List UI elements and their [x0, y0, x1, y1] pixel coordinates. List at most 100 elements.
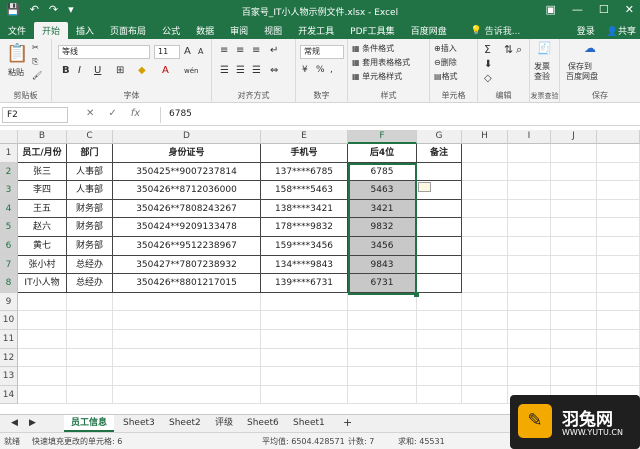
grid-cell[interactable] — [348, 367, 417, 386]
grid-cell[interactable] — [261, 311, 348, 330]
table-cell[interactable] — [417, 255, 462, 275]
table-cell[interactable]: 总经办 — [67, 274, 113, 293]
grid-cell[interactable] — [597, 237, 640, 256]
worksheet-grid[interactable]: B C D E F G H I J 1 员工/月份 部门 身份证号 手机号 后4位 备注 2 张三 人事部 35042… — [0, 130, 640, 412]
table-cell[interactable]: 王五 — [18, 199, 67, 219]
table-cell[interactable]: 3421 — [348, 199, 417, 219]
table-cell[interactable]: 6785 — [348, 162, 417, 182]
column-header[interactable]: E — [261, 130, 348, 144]
column-header[interactable]: J — [551, 130, 597, 144]
grid-cell[interactable] — [67, 311, 113, 330]
cut-icon[interactable]: ✂ — [32, 43, 39, 52]
grid-cell[interactable] — [113, 330, 261, 349]
grid-cell[interactable] — [67, 348, 113, 368]
baidu-netdisk-icon[interactable]: ☁ — [584, 41, 596, 55]
grid-cell[interactable] — [261, 385, 348, 405]
insert-cells-button[interactable]: ⊕插入 — [434, 43, 457, 54]
table-cell[interactable]: 350427**7807238932 — [113, 255, 261, 275]
name-box[interactable]: F2 — [2, 107, 68, 123]
table-cell[interactable]: 350426**8801217015 — [113, 274, 261, 293]
grid-cell[interactable] — [462, 218, 508, 237]
grid-cell[interactable] — [462, 385, 508, 405]
tab-formulas[interactable]: 公式 — [154, 22, 188, 39]
minimize-icon[interactable]: — — [572, 3, 583, 16]
grid-cell[interactable] — [348, 348, 417, 368]
table-header-cell[interactable]: 手机号 — [261, 144, 348, 163]
table-cell[interactable] — [417, 274, 462, 293]
table-cell[interactable]: 财务部 — [67, 237, 113, 256]
font-color-button[interactable]: A — [162, 65, 169, 76]
grid-cell[interactable] — [551, 237, 597, 256]
grid-cell[interactable] — [508, 367, 551, 386]
sheet-tab-employee-info[interactable]: 员工信息 — [64, 415, 115, 432]
grid-cell[interactable] — [462, 181, 508, 200]
align-right-icon[interactable]: ☰ — [252, 65, 261, 76]
table-header-cell[interactable]: 员工/月份 — [18, 144, 67, 163]
tab-baidu-netdisk[interactable]: 百度网盘 — [403, 22, 455, 39]
row-header[interactable]: 3 — [0, 181, 18, 200]
grid-cell[interactable] — [417, 292, 462, 312]
grid-cell[interactable] — [67, 292, 113, 312]
table-header-cell[interactable]: 部门 — [67, 144, 113, 163]
shrink-font-button[interactable]: A — [198, 47, 203, 56]
grid-cell[interactable] — [462, 255, 508, 275]
table-cell[interactable]: 李四 — [18, 181, 67, 200]
add-sheet-button[interactable]: + — [336, 415, 359, 432]
table-cell[interactable]: 9843 — [348, 255, 417, 275]
row-header[interactable]: 5 — [0, 218, 18, 237]
format-painter-icon[interactable]: 🖌 — [32, 71, 42, 80]
grid-cell[interactable] — [508, 311, 551, 330]
grid-cell[interactable] — [508, 181, 551, 200]
table-cell[interactable]: IT小人物 — [18, 274, 67, 293]
fill-icon[interactable]: ⬇ — [484, 59, 492, 70]
grid-cell[interactable] — [462, 330, 508, 349]
tell-me-search[interactable]: 💡 告诉我... — [463, 22, 529, 39]
table-header-cell[interactable]: 备注 — [417, 144, 462, 163]
cell-styles-button[interactable]: ▦ 单元格样式 — [352, 71, 402, 82]
tab-page-layout[interactable]: 页面布局 — [102, 22, 154, 39]
save-netdisk-line2[interactable]: 百度网盘 — [566, 71, 598, 82]
table-cell[interactable]: 5463 — [348, 181, 417, 200]
login-link[interactable]: 登录 — [577, 24, 595, 37]
row-header[interactable]: 10 — [0, 311, 18, 330]
row-header[interactable]: 8 — [0, 274, 18, 293]
sheet-tab-sheet1[interactable]: Sheet1 — [286, 415, 332, 432]
fill-color-icon[interactable]: ◆ — [138, 65, 146, 76]
tab-view[interactable]: 视图 — [256, 22, 290, 39]
table-cell[interactable]: 9832 — [348, 218, 417, 237]
grid-cell[interactable] — [462, 292, 508, 312]
wrap-text-icon[interactable]: ↵ — [270, 45, 278, 56]
grid-cell[interactable] — [551, 144, 597, 163]
close-icon[interactable]: ✕ — [625, 3, 634, 16]
row-header[interactable]: 9 — [0, 292, 18, 312]
clear-icon[interactable]: ◇ — [484, 73, 492, 84]
column-header[interactable]: I — [508, 130, 551, 144]
grid-cell[interactable] — [508, 162, 551, 182]
grid-cell[interactable] — [551, 218, 597, 237]
delete-cells-button[interactable]: ⊖删除 — [434, 57, 457, 68]
grid-cell[interactable] — [597, 348, 640, 368]
grid-cell[interactable] — [508, 348, 551, 368]
table-cell[interactable]: 3456 — [348, 237, 417, 256]
middle-align-icon[interactable]: ≡ — [236, 45, 244, 56]
grid-cell[interactable] — [261, 348, 348, 368]
row-header[interactable]: 4 — [0, 199, 18, 219]
share-button[interactable]: 👤共享 — [607, 24, 636, 37]
grid-cell[interactable] — [462, 348, 508, 368]
table-cell[interactable]: 350424**9209133478 — [113, 218, 261, 237]
select-all-corner[interactable] — [0, 130, 18, 144]
grid-cell[interactable] — [462, 311, 508, 330]
font-name-select[interactable]: 等线 — [58, 45, 150, 59]
grid-cell[interactable] — [18, 348, 67, 368]
invoice-icon[interactable]: 🧾 — [537, 41, 552, 55]
copy-icon[interactable]: ⎘ — [32, 57, 38, 67]
table-cell[interactable] — [417, 199, 462, 219]
grid-cell[interactable] — [18, 385, 67, 405]
table-cell[interactable]: 350426**9512238967 — [113, 237, 261, 256]
sheet-tab-sheet6[interactable]: Sheet6 — [240, 415, 286, 432]
grid-cell[interactable] — [348, 330, 417, 349]
grid-cell[interactable] — [597, 144, 640, 163]
bold-button[interactable]: B — [62, 65, 70, 76]
grid-cell[interactable] — [551, 199, 597, 219]
top-align-icon[interactable]: ≡ — [220, 45, 228, 56]
